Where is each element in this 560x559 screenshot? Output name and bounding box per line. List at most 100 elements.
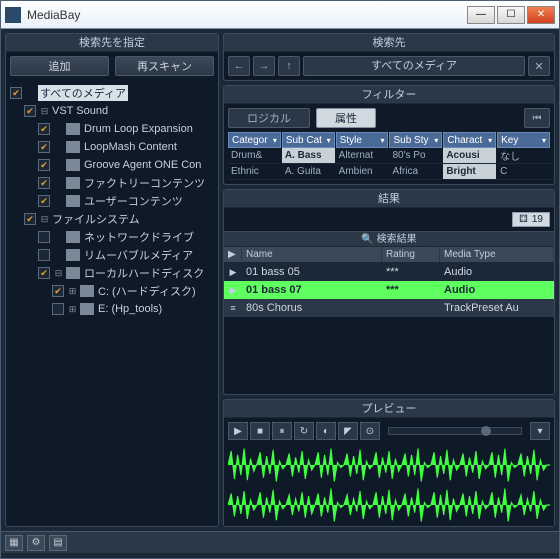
filter-value[interactable]: Bright — [443, 164, 496, 180]
result-row[interactable]: ▶01 bass 05***Audio — [224, 263, 554, 281]
footer-attributes-button[interactable]: ▤ — [49, 535, 67, 551]
tree-checkbox[interactable] — [38, 267, 50, 279]
tree-checkbox[interactable] — [38, 123, 50, 135]
folder-icon — [66, 267, 80, 279]
tree-checkbox[interactable] — [38, 177, 50, 189]
tree-item[interactable]: ⊞C: (ハードディスク) — [10, 282, 214, 300]
tree-item[interactable]: Drum Loop Expansion — [10, 120, 214, 138]
result-row[interactable]: ▶01 bass 07***Audio — [224, 281, 554, 299]
nav-up-button[interactable]: ↑ — [278, 56, 300, 76]
tree-item[interactable]: Groove Agent ONE Con — [10, 156, 214, 174]
tree-item[interactable]: リムーバブルメディア — [10, 246, 214, 264]
filter-reset-button[interactable]: ⏮ — [524, 108, 550, 128]
footer-settings-button[interactable]: ⚙ — [27, 535, 45, 551]
tab-logical[interactable]: ロジカル — [228, 108, 310, 128]
loop-button[interactable]: ↻ — [294, 422, 314, 440]
left-panel-header: 検索先を指定 — [6, 34, 218, 52]
filter-value[interactable]: なし — [497, 148, 550, 164]
tree-checkbox[interactable] — [38, 249, 50, 261]
waveform-display[interactable] — [224, 444, 554, 526]
tree-item[interactable]: ⊟ローカルハードディスク — [10, 264, 214, 282]
tree-checkbox[interactable] — [24, 105, 36, 117]
filter-value[interactable]: Ambien — [336, 164, 389, 180]
add-button[interactable]: 追加 — [10, 56, 109, 76]
filter-column: Sub CatA. BassA. Guita — [282, 132, 335, 180]
tab-attribute[interactable]: 属性 — [316, 108, 376, 128]
filter-value[interactable]: Alternat — [336, 148, 389, 164]
tree-expand-icon[interactable]: ⊞ — [67, 286, 78, 297]
tree-checkbox[interactable] — [52, 303, 64, 315]
tree-item[interactable]: すべてのメディア — [10, 84, 214, 102]
tree-expand-icon — [53, 160, 64, 171]
filter-value[interactable]: Drum& — [228, 148, 281, 164]
filter-column-header[interactable]: Charact — [443, 132, 496, 148]
autoplay-button[interactable]: ◐ — [316, 422, 336, 440]
col-media[interactable]: Media Type — [440, 247, 554, 262]
results-column-header[interactable]: ▶ Name Rating Media Type — [224, 247, 554, 263]
tree-checkbox[interactable] — [24, 213, 36, 225]
rescan-button[interactable]: 再スキャン — [115, 56, 214, 76]
location-tree[interactable]: すべてのメディア⊟VST SoundDrum Loop ExpansionLoo… — [6, 80, 218, 526]
tree-expand-icon[interactable]: ⊟ — [53, 268, 64, 279]
filter-value[interactable]: A. Bass — [282, 148, 335, 164]
tree-checkbox[interactable] — [38, 141, 50, 153]
minimize-button[interactable]: — — [467, 6, 495, 24]
maximize-button[interactable]: ☐ — [497, 6, 525, 24]
tree-checkbox[interactable] — [38, 231, 50, 243]
tree-label: Groove Agent ONE Con — [84, 159, 201, 171]
footer-layout-button[interactable]: ▦ — [5, 535, 23, 551]
filter-value[interactable]: 80's Po — [389, 148, 442, 164]
results-count-badge: ⚃ 19 — [512, 212, 550, 227]
filter-value[interactable]: Ethnic — [228, 164, 281, 180]
nav-forward-button[interactable]: → — [253, 56, 275, 76]
filter-column-header[interactable]: Key — [497, 132, 550, 148]
result-row[interactable]: ≡80s ChorusTrackPreset Au — [224, 299, 554, 317]
tree-item[interactable]: ユーザーコンテンツ — [10, 192, 214, 210]
results-header: 結果 — [224, 190, 554, 208]
stop-button[interactable]: ■ — [250, 422, 270, 440]
tree-item[interactable]: ネットワークドライブ — [10, 228, 214, 246]
filter-value[interactable]: C — [497, 164, 550, 180]
filter-column-header[interactable]: Style — [336, 132, 389, 148]
preview-option-button[interactable]: ▾ — [530, 422, 550, 440]
tree-checkbox[interactable] — [52, 285, 64, 297]
tree-item[interactable]: LoopMash Content — [10, 138, 214, 156]
play-button[interactable]: ▶ — [228, 422, 248, 440]
tree-expand-icon[interactable]: ⊞ — [67, 304, 78, 315]
close-button[interactable]: ✕ — [527, 6, 555, 24]
tree-item[interactable]: ⊟ファイルシステム — [10, 210, 214, 228]
col-icon[interactable]: ▶ — [224, 247, 242, 262]
tree-expand-icon[interactable]: ⊟ — [39, 214, 50, 225]
filter-value[interactable]: A. Guita — [282, 164, 335, 180]
filter-value[interactable]: Africa — [389, 164, 442, 180]
tree-checkbox[interactable] — [10, 87, 22, 99]
tree-item[interactable]: ファクトリーコンテンツ — [10, 174, 214, 192]
tree-expand-icon[interactable]: ⊟ — [39, 106, 50, 117]
location-header: 検索先 — [224, 34, 554, 52]
volume-slider[interactable] — [388, 427, 522, 435]
results-list[interactable]: ▶01 bass 05***Audio▶01 bass 07***Audio≡8… — [224, 263, 554, 317]
volume-knob[interactable] — [481, 426, 491, 436]
filter-column-header[interactable]: Sub Sty — [389, 132, 442, 148]
location-select[interactable]: すべてのメディア — [303, 56, 525, 76]
tree-item[interactable]: ⊟VST Sound — [10, 102, 214, 120]
titlebar: MediaBay — ☐ ✕ — [1, 1, 559, 29]
folder-icon — [66, 159, 80, 171]
tree-checkbox[interactable] — [38, 195, 50, 207]
location-clear-button[interactable]: ✕ — [528, 56, 550, 76]
pause-button[interactable]: ⏸ — [272, 422, 292, 440]
filter-column-header[interactable]: Sub Cat — [282, 132, 335, 148]
tree-item[interactable]: ⊞E: (Hp_tools) — [10, 300, 214, 318]
result-type-icon: ▶ — [224, 267, 242, 278]
wait-project-button[interactable]: ⊙ — [360, 422, 380, 440]
folder-icon — [66, 231, 80, 243]
col-name[interactable]: Name — [242, 247, 382, 262]
beat-align-button[interactable]: ◤ — [338, 422, 358, 440]
result-rating: *** — [382, 284, 440, 296]
nav-back-button[interactable]: ← — [228, 56, 250, 76]
folder-icon — [80, 303, 94, 315]
filter-column-header[interactable]: Categor — [228, 132, 281, 148]
filter-value[interactable]: Acousi — [443, 148, 496, 164]
col-rating[interactable]: Rating — [382, 247, 440, 262]
tree-checkbox[interactable] — [38, 159, 50, 171]
